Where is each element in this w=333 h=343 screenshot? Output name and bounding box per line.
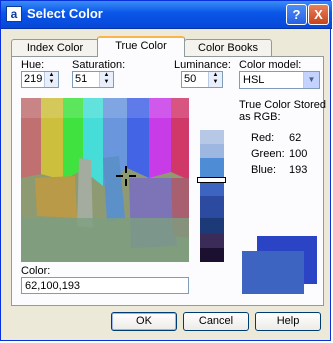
chevron-down-icon[interactable]: ▼ bbox=[303, 72, 319, 88]
hue-value: 219 bbox=[24, 73, 43, 85]
true-color-caption: True Color Stored bbox=[239, 99, 327, 111]
title-bar[interactable]: a Select Color ? X bbox=[1, 1, 332, 29]
luminance-bar[interactable] bbox=[200, 130, 224, 262]
close-button[interactable]: X bbox=[308, 4, 329, 25]
tab-color-books[interactable]: Color Books bbox=[184, 39, 272, 57]
current-color-swatch bbox=[242, 251, 304, 294]
tab-true-color[interactable]: True Color bbox=[97, 36, 185, 57]
blue-value: 193 bbox=[289, 164, 308, 176]
hue-spin-arrows-icon[interactable]: ▲ ▼ bbox=[44, 72, 58, 87]
hue-saturation-spectrum[interactable] bbox=[21, 98, 189, 262]
color-value-field[interactable]: 62,100,193 bbox=[21, 277, 189, 294]
cancel-button[interactable]: Cancel bbox=[183, 312, 249, 331]
crosshair-icon[interactable] bbox=[116, 166, 136, 186]
color-model-select[interactable]: HSL ▼ bbox=[239, 71, 320, 89]
luminance-spinner[interactable]: 50 ▲ ▼ bbox=[181, 71, 223, 88]
green-value: 100 bbox=[289, 148, 308, 160]
color-model-value: HSL bbox=[243, 74, 265, 86]
color-label: Color: bbox=[21, 265, 51, 277]
hue-spinner[interactable]: 219 ▲ ▼ bbox=[21, 71, 59, 88]
luminance-label: Luminance: bbox=[174, 59, 231, 71]
ok-button[interactable]: OK bbox=[111, 312, 177, 331]
color-value-text: 62,100,193 bbox=[25, 280, 81, 292]
rgb-caption: as RGB: bbox=[239, 111, 281, 123]
saturation-spin-arrows-icon[interactable]: ▲ ▼ bbox=[99, 72, 113, 87]
luminance-slider-thumb[interactable] bbox=[197, 177, 226, 183]
spectrum-graphic bbox=[21, 98, 189, 262]
window-title: Select Color bbox=[27, 6, 103, 21]
saturation-label: Saturation: bbox=[72, 59, 126, 71]
autocad-app-icon: a bbox=[6, 6, 22, 22]
blue-label: Blue: bbox=[251, 164, 277, 176]
tab-index-color[interactable]: Index Color bbox=[11, 39, 99, 57]
select-color-dialog: a Select Color ? X Index Color True Colo… bbox=[0, 0, 332, 341]
luminance-spin-arrows-icon[interactable]: ▲ ▼ bbox=[208, 72, 222, 87]
saturation-value: 51 bbox=[75, 73, 88, 85]
luminance-value: 50 bbox=[184, 73, 197, 85]
help-title-button[interactable]: ? bbox=[286, 4, 307, 25]
red-label: Red: bbox=[251, 132, 275, 144]
help-button[interactable]: Help bbox=[255, 312, 321, 331]
color-model-label: Color model: bbox=[239, 59, 302, 71]
green-label: Green: bbox=[251, 148, 285, 160]
saturation-spinner[interactable]: 51 ▲ ▼ bbox=[72, 71, 114, 88]
red-value: 62 bbox=[289, 132, 302, 144]
hue-label: Hue: bbox=[21, 59, 45, 71]
